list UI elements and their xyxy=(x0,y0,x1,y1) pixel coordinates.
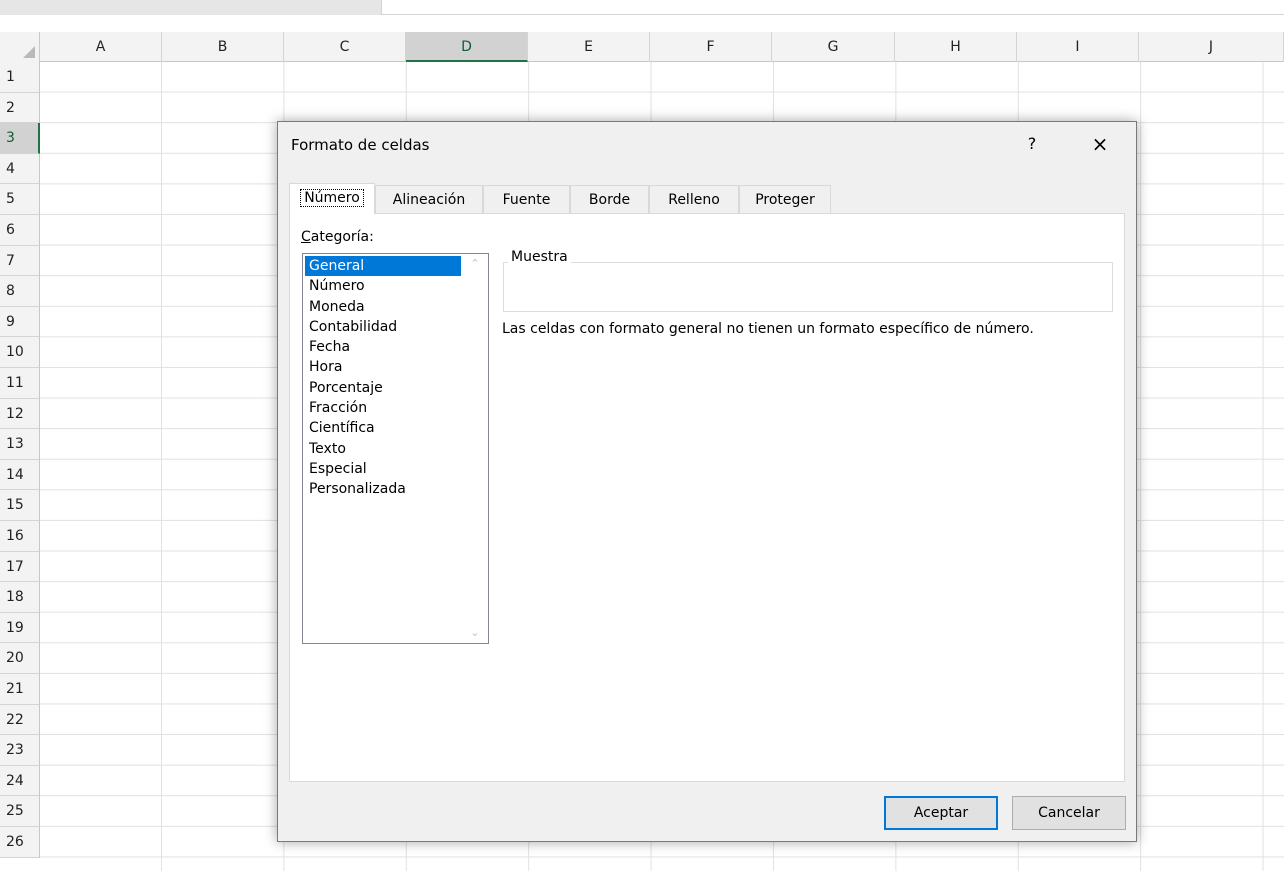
column-header-row: ABCDEFGHIJ xyxy=(0,32,1284,62)
category-item[interactable]: Científica xyxy=(305,418,461,438)
row-header-2[interactable]: 2 xyxy=(0,92,40,124)
row-header-6[interactable]: 6 xyxy=(0,215,40,246)
close-icon[interactable]: × xyxy=(1085,130,1115,158)
row-header-21[interactable]: 21 xyxy=(0,674,40,705)
row-header-26[interactable]: 26 xyxy=(0,827,40,858)
row-header-14[interactable]: 14 xyxy=(0,459,40,491)
category-label: Categoría: xyxy=(301,229,374,245)
row-header-7[interactable]: 7 xyxy=(0,245,40,277)
tab-numero[interactable]: Número xyxy=(289,183,375,214)
category-item[interactable]: Moneda xyxy=(305,297,461,317)
row-header-11[interactable]: 11 xyxy=(0,368,40,399)
column-header-b[interactable]: B xyxy=(162,32,284,62)
column-header-h[interactable]: H xyxy=(895,32,1017,62)
row-header-17[interactable]: 17 xyxy=(0,551,40,583)
category-item[interactable]: Fecha xyxy=(305,337,461,357)
category-item[interactable]: Número xyxy=(305,276,461,296)
tab-alineacion[interactable]: Alineación xyxy=(375,185,483,214)
column-header-f[interactable]: F xyxy=(650,32,772,62)
column-header-i[interactable]: I xyxy=(1017,32,1139,62)
category-items: General Número Moneda Contabilidad Fecha Hora… xyxy=(305,256,461,500)
column-header-c[interactable]: C xyxy=(284,32,406,62)
row-header-10[interactable]: 10 xyxy=(0,337,40,368)
category-listbox[interactable]: General Número Moneda Contabilidad Fecha Hora… xyxy=(302,253,489,644)
row-header-16[interactable]: 16 xyxy=(0,521,40,552)
column-header-d[interactable]: D xyxy=(406,32,528,62)
category-item[interactable]: Personalizada xyxy=(305,479,461,499)
ok-button[interactable]: Aceptar xyxy=(884,796,998,830)
row-header-18[interactable]: 18 xyxy=(0,582,40,613)
row-header-8[interactable]: 8 xyxy=(0,276,40,307)
row-header-9[interactable]: 9 xyxy=(0,306,40,338)
row-header-15[interactable]: 15 xyxy=(0,490,40,521)
column-header-g[interactable]: G xyxy=(772,32,895,62)
format-description: Las celdas con formato general no tienen… xyxy=(502,321,1034,337)
select-all-corner[interactable] xyxy=(0,32,40,62)
formula-bar-area xyxy=(0,0,1284,15)
category-item[interactable]: Porcentaje xyxy=(305,378,461,398)
cancel-button[interactable]: Cancelar xyxy=(1012,796,1126,830)
select-all-triangle-icon xyxy=(23,46,35,58)
column-header-a[interactable]: A xyxy=(40,32,162,62)
format-cells-dialog: Formato de celdas ? × Número Alineación … xyxy=(277,121,1137,842)
row-header-12[interactable]: 12 xyxy=(0,398,40,430)
toolbar-gap xyxy=(0,15,1284,32)
numero-tab-panel: Categoría: General Número Moneda Contabilid… xyxy=(289,213,1125,782)
category-item[interactable]: Especial xyxy=(305,459,461,479)
column-header-j[interactable]: J xyxy=(1139,32,1284,62)
row-header-5[interactable]: 5 xyxy=(0,184,40,215)
tab-proteger[interactable]: Proteger xyxy=(739,185,831,214)
row-header-3[interactable]: 3 xyxy=(0,123,40,154)
column-header-e[interactable]: E xyxy=(528,32,650,62)
tab-relleno[interactable]: Relleno xyxy=(649,185,739,214)
row-header-20[interactable]: 20 xyxy=(0,643,40,674)
row-header-25[interactable]: 25 xyxy=(0,796,40,827)
category-item[interactable]: Hora xyxy=(305,357,461,377)
dialog-title: Formato de celdas xyxy=(291,136,430,154)
row-header-1[interactable]: 1 xyxy=(0,62,40,93)
help-button[interactable]: ? xyxy=(1020,132,1044,156)
sample-label: Muestra xyxy=(508,249,571,265)
sample-box xyxy=(503,262,1113,312)
category-scrollbar[interactable]: ⌃ ⌄ xyxy=(462,254,488,643)
row-header-22[interactable]: 22 xyxy=(0,704,40,736)
row-header-13[interactable]: 13 xyxy=(0,429,40,460)
tab-borde[interactable]: Borde xyxy=(570,185,649,214)
row-header-24[interactable]: 24 xyxy=(0,765,40,797)
category-item[interactable]: General xyxy=(305,256,461,277)
tab-fuente[interactable]: Fuente xyxy=(483,185,570,214)
row-header-23[interactable]: 23 xyxy=(0,735,40,766)
row-header-19[interactable]: 19 xyxy=(0,612,40,644)
category-item[interactable]: Fracción xyxy=(305,398,461,418)
formula-input[interactable] xyxy=(381,0,1284,15)
row-header-4[interactable]: 4 xyxy=(0,153,40,185)
category-item[interactable]: Texto xyxy=(305,439,461,459)
chevron-down-icon[interactable]: ⌄ xyxy=(462,623,488,643)
category-item[interactable]: Contabilidad xyxy=(305,317,461,337)
chevron-up-icon[interactable]: ⌃ xyxy=(462,254,488,274)
